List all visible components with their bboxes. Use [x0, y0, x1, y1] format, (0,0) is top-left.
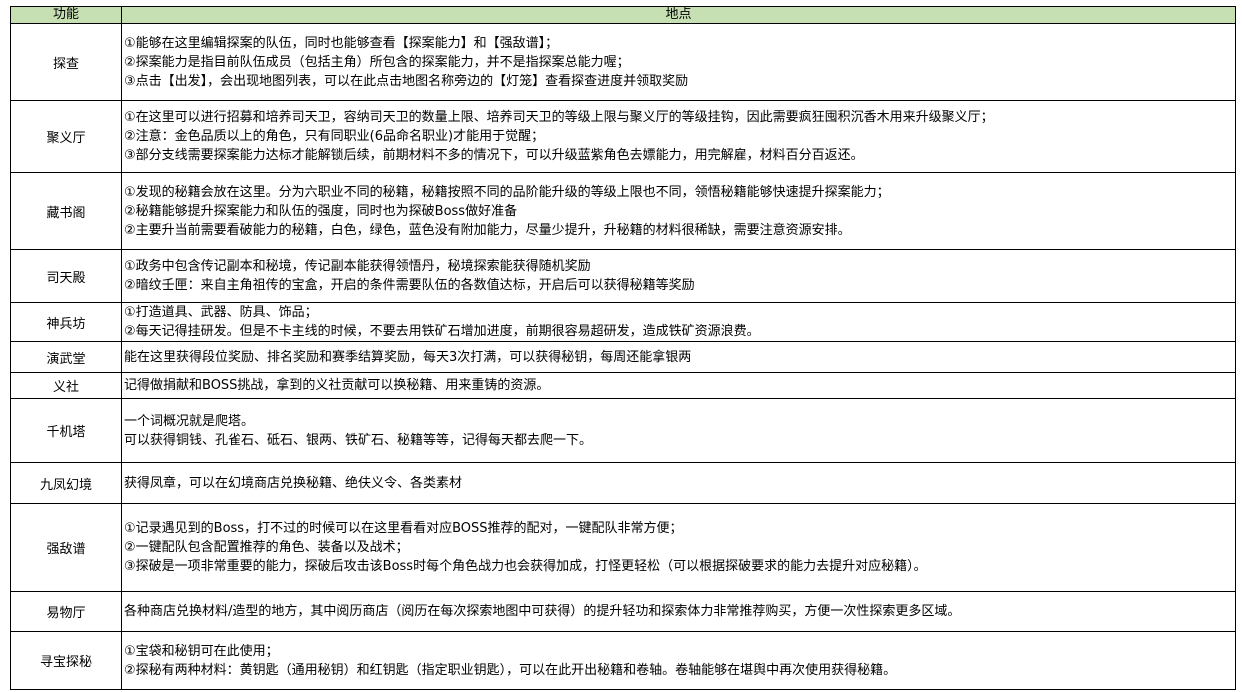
table-row: 神兵坊 ①打造道具、武器、防具、饰品； ②每天记得挂研发。但是不卡主线的时候，不要去… [10, 302, 1236, 342]
table-row: 司天殿 ①政务中包含传记副本和秘境，传记副本能获得领悟丹，秘境探索能获得随机奖励 ②… [10, 249, 1236, 303]
description-cell[interactable]: ①打造道具、武器、防具、饰品； ②每天记得挂研发。但是不卡主线的时候，不要去用铁矿… [121, 302, 1236, 342]
description-line: ②主要升当前需要看破能力的秘籍，白色，绿色，蓝色没有附加能力，尽量少提升，升秘籍… [124, 222, 851, 238]
table-body: 探查 ①能够在这里编辑探案的队伍，同时也能够查看【探案能力】和【强敌谱】； ②探案能… [10, 23, 1236, 690]
function-cell[interactable]: 藏书阁 [10, 172, 122, 250]
description-cell[interactable]: 各种商店兑换材料/造型的地方，其中阅历商店（阅历在每次探索地图中可获得）的提升轻… [121, 591, 1236, 632]
description-line: ③探破是一项非常重要的能力，探破后攻击该Boss时每个角色战力也会获得加成，打怪… [124, 559, 927, 574]
function-cell[interactable]: 演武堂 [10, 341, 122, 373]
function-cell[interactable]: 义社 [10, 372, 122, 399]
function-cell[interactable]: 司天殿 [10, 249, 122, 303]
table-row: 聚义厅 ①在这里可以进行招募和培养司天卫，容纳司天卫的数量上限、培养司天卫的等级上… [10, 100, 1236, 173]
function-cell[interactable]: 强敌谱 [10, 503, 122, 592]
description-cell[interactable]: ①在这里可以进行招募和培养司天卫，容纳司天卫的数量上限、培养司天卫的等级上限与聚… [121, 100, 1236, 173]
description-line: ①记录遇见到的Boss，打不过的时候可以在这里看看对应BOSS推荐的配对，一键配… [124, 521, 683, 536]
function-cell[interactable]: 九凤幻境 [10, 462, 122, 504]
table-row: 探查 ①能够在这里编辑探案的队伍，同时也能够查看【探案能力】和【强敌谱】； ②探案能… [10, 23, 1236, 101]
header-location[interactable]: 地点 [121, 6, 1236, 24]
function-cell[interactable]: 千机塔 [10, 398, 122, 463]
description-line: ②一键配队包含配置推荐的角色、装备以及战术； [124, 540, 409, 555]
function-cell[interactable]: 寻宝探秘 [10, 631, 122, 690]
description-line: ①发现的秘籍会放在这里。分为六职业不同的秘籍，秘籍按照不同的品阶能升级的等级上限… [124, 184, 890, 200]
description-cell[interactable]: 能在这里获得段位奖励、排名奖励和赛季结算奖励，每天3次打满，可以获得秘钥，每周还… [121, 341, 1236, 373]
description-cell[interactable]: 获得凤章，可以在幻境商店兑换秘籍、绝伕义令、各类素材 [121, 462, 1236, 504]
description-line: ②探秘有两种材料：黄钥匙（通用秘钥）和红钥匙（指定职业钥匙），可以在此开出秘籍和… [124, 662, 897, 678]
function-cell[interactable]: 探查 [10, 23, 122, 101]
feature-table: 功能 地点 探查 ①能够在这里编辑探案的队伍，同时也能够查看【探案能力】和【强敌谱… [10, 6, 1236, 690]
description-line: 获得凤章，可以在幻境商店兑换秘籍、绝伕义令、各类素材 [124, 475, 463, 491]
description-cell[interactable]: 一个词概况就是爬塔。可以获得铜钱、孔雀石、砥石、银两、铁矿石、秘籍等等，记得每天… [121, 398, 1236, 463]
description-line: ②秘籍能够提升探案能力和队伍的强度，同时也为探破Boss做好准备 [124, 203, 518, 219]
table-row: 九凤幻境 获得凤章，可以在幻境商店兑换秘籍、绝伕义令、各类素材 [10, 462, 1236, 504]
description-line: 可以获得铜钱、孔雀石、砥石、银两、铁矿石、秘籍等等，记得每天都去爬一下。 [124, 432, 593, 448]
table-row: 寻宝探秘 ①宝袋和秘钥可在此使用； ②探秘有两种材料：黄钥匙（通用秘钥）和红钥匙（指… [10, 631, 1236, 690]
description-cell[interactable]: ①记录遇见到的Boss，打不过的时候可以在这里看看对应BOSS推荐的配对，一键配… [121, 503, 1236, 592]
description-line: ②注意：金色品质以上的角色，只有同职业(6品命名职业)才能用于觉醒； [124, 129, 545, 144]
description-line: ①宝袋和秘钥可在此使用； [124, 643, 279, 659]
function-cell[interactable]: 易物厅 [10, 591, 122, 632]
header-row: 功能 地点 [10, 6, 1236, 24]
description-line: ③部分支线需要探案能力达标才能解锁后续，前期材料不多的情况下，可以升级蓝紫角色去… [124, 148, 864, 163]
description-line: ②每天记得挂研发。但是不卡主线的时候，不要去用铁矿石增加进度，前期很容易超研发，… [124, 324, 760, 339]
header-function[interactable]: 功能 [10, 6, 122, 24]
table-row: 藏书阁 ①发现的秘籍会放在这里。分为六职业不同的秘籍，秘籍按照不同的品阶能升级的等… [10, 172, 1236, 250]
table-row: 演武堂 能在这里获得段位奖励、排名奖励和赛季结算奖励，每天3次打满，可以获得秘钥，… [10, 341, 1236, 373]
description-cell[interactable]: ①政务中包含传记副本和秘境，传记副本能获得领悟丹，秘境探索能获得随机奖励 ②暗纹壬… [121, 249, 1236, 303]
description-line: ①在这里可以进行招募和培养司天卫，容纳司天卫的数量上限、培养司天卫的等级上限与聚… [124, 110, 994, 125]
function-cell[interactable]: 聚义厅 [10, 100, 122, 173]
description-cell[interactable]: 记得做捐献和BOSS挑战，拿到的义社贡献可以换秘籍、用来重铸的资源。 [121, 372, 1236, 399]
description-line: ②暗纹壬匣：来自主角祖传的宝盒，开启的条件需要队伍的各数值达标，开启后可以获得秘… [124, 278, 695, 293]
table-row: 千机塔 一个词概况就是爬塔。可以获得铜钱、孔雀石、砥石、银两、铁矿石、秘籍等等，记… [10, 398, 1236, 463]
description-line: ②探案能力是指目前队伍成员（包括主角）所包含的探案能力，并不是指探案总能力喔； [124, 54, 630, 70]
function-cell[interactable]: 神兵坊 [10, 302, 122, 342]
table-row: 易物厅 各种商店兑换材料/造型的地方，其中阅历商店（阅历在每次探索地图中可获得）的… [10, 591, 1236, 632]
description-line: ①打造道具、武器、防具、饰品； [124, 305, 318, 320]
description-line: ①政务中包含传记副本和秘境，传记副本能获得领悟丹，秘境探索能获得随机奖励 [124, 259, 591, 274]
description-cell[interactable]: ①发现的秘籍会放在这里。分为六职业不同的秘籍，秘籍按照不同的品阶能升级的等级上限… [121, 172, 1236, 250]
table-row: 强敌谱 ①记录遇见到的Boss，打不过的时候可以在这里看看对应BOSS推荐的配对，… [10, 503, 1236, 592]
description-line: 记得做捐献和BOSS挑战，拿到的义社贡献可以换秘籍、用来重铸的资源。 [124, 378, 550, 393]
description-line: 各种商店兑换材料/造型的地方，其中阅历商店（阅历在每次探索地图中可获得）的提升轻… [124, 604, 961, 619]
table-row: 义社 记得做捐献和BOSS挑战，拿到的义社贡献可以换秘籍、用来重铸的资源。 [10, 372, 1236, 399]
description-line: ①能够在这里编辑探案的队伍，同时也能够查看【探案能力】和【强敌谱】； [124, 35, 559, 51]
description-line: 一个词概况就是爬塔。 [124, 413, 255, 429]
description-line: ③点击【出发】，会出现地图列表，可以在此点击地图名称旁边的【灯笼】查看探查进度并… [124, 73, 689, 89]
description-cell[interactable]: ①能够在这里编辑探案的队伍，同时也能够查看【探案能力】和【强敌谱】； ②探案能力是… [121, 23, 1236, 101]
description-cell[interactable]: ①宝袋和秘钥可在此使用； ②探秘有两种材料：黄钥匙（通用秘钥）和红钥匙（指定职业钥… [121, 631, 1236, 690]
description-line: 能在这里获得段位奖励、排名奖励和赛季结算奖励，每天3次打满，可以获得秘钥，每周还… [124, 349, 692, 365]
